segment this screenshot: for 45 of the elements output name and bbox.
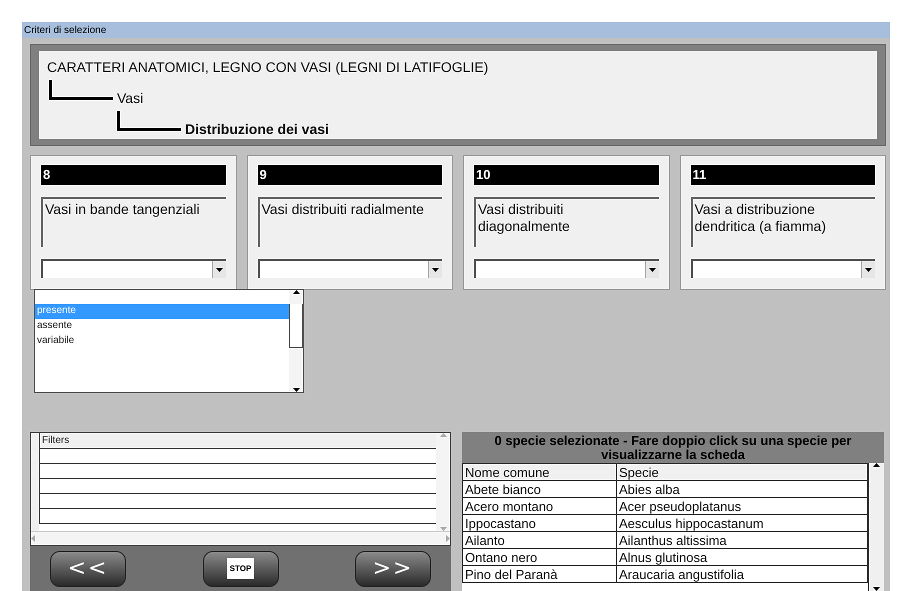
column-header: Filters xyxy=(39,433,436,449)
criterion-dropdown[interactable] xyxy=(474,259,658,278)
table-cell[interactable]: Abete bianco xyxy=(462,480,616,498)
criterion-number: 9 xyxy=(258,165,442,185)
criterion-number: 10 xyxy=(474,165,658,185)
table-cell[interactable]: Abies alba xyxy=(616,480,868,498)
scroll-thumb[interactable] xyxy=(289,304,303,348)
species-caption: 0 specie selezionate - Fare doppio click su una specie per visualizzarne la scheda xyxy=(462,432,884,463)
window-title: Criteri di selezione xyxy=(22,22,890,38)
criterion-number: 8 xyxy=(41,165,226,185)
table-cell[interactable]: Araucaria angustifolia xyxy=(616,566,868,582)
scroll-down-icon[interactable] xyxy=(873,587,880,591)
table-cell[interactable]: Alnus glutinosa xyxy=(616,548,868,566)
criterion-dropdown[interactable] xyxy=(258,259,442,278)
criterion-dropdown[interactable] xyxy=(41,259,226,278)
back-button[interactable]: << xyxy=(50,550,126,586)
dropdown-arrow-icon[interactable] xyxy=(432,268,439,272)
criterion-label: Vasi in bande tangenziali xyxy=(41,197,226,247)
criterion-label: Vasi distribuiti diagonalmente xyxy=(474,197,658,247)
criterion-label: Vasi distribuiti radialmente xyxy=(258,197,442,247)
dropdown-arrow-icon[interactable] xyxy=(216,268,222,272)
forward-button[interactable]: >> xyxy=(355,550,431,586)
table-cell[interactable]: Acer pseudoplatanus xyxy=(616,498,868,514)
stop-label: STOP xyxy=(226,558,254,579)
subcategory-label: Vasi xyxy=(117,90,144,106)
table-cell[interactable]: Ontano nero xyxy=(462,548,616,566)
table-cell[interactable]: Ippocastano xyxy=(462,514,616,532)
criterion-dropdown[interactable] xyxy=(690,259,875,278)
stop-button[interactable]: STOP xyxy=(202,550,278,586)
dropdown-arrow-icon[interactable] xyxy=(865,268,872,272)
table-cell[interactable]: Acero montano xyxy=(462,498,616,514)
dropdown-arrow-icon[interactable] xyxy=(648,268,656,272)
criterion-label: Vasi a distribuzione dendritica (a fiamma) xyxy=(690,197,875,247)
category-title: CARATTERI ANATOMICI, LEGNO CON VASI (LEGNI DI LATIFOGLIE) xyxy=(47,59,488,75)
table-cell[interactable]: Ailanthus altissima xyxy=(616,532,868,548)
current-category-label: Distribuzione dei vasi xyxy=(185,121,329,137)
table-cell[interactable]: Aesculus hippocastanum xyxy=(616,514,868,532)
column-header: Specie xyxy=(616,464,868,480)
scroll-down-icon[interactable] xyxy=(292,388,300,392)
criterion-number: 11 xyxy=(690,165,875,185)
tree-connector xyxy=(117,111,181,131)
table-cell[interactable]: Ailanto xyxy=(462,532,616,548)
column-header: Nome comune xyxy=(462,464,616,480)
tree-connector xyxy=(49,80,113,100)
table-cell[interactable]: Pino del Paranà xyxy=(462,566,616,582)
